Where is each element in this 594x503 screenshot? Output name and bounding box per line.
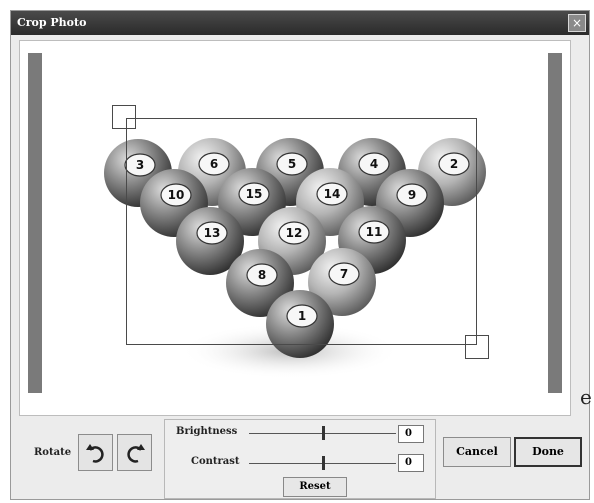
brightness-value[interactable]: 0 — [398, 425, 424, 443]
rotate-label: Rotate — [34, 447, 72, 458]
done-button[interactable]: Done — [514, 437, 582, 467]
dialog-title: Crop Photo — [17, 16, 87, 29]
contrast-value[interactable]: 0 — [398, 454, 424, 472]
close-button[interactable]: × — [568, 14, 586, 32]
brightness-label: Brightness — [176, 426, 238, 437]
brightness-slider-thumb[interactable] — [321, 426, 325, 440]
reset-button[interactable]: Reset — [283, 477, 347, 497]
cancel-button[interactable]: Cancel — [443, 437, 511, 467]
rotate-cw-button[interactable] — [117, 434, 152, 471]
rotate-ccw-button[interactable] — [78, 434, 113, 471]
crop-handle-top-left[interactable] — [112, 105, 136, 129]
adjustments-panel: Brightness 0 Contrast 0 Reset — [164, 419, 436, 499]
crop-rectangle[interactable] — [126, 118, 477, 345]
brightness-slider[interactable] — [249, 426, 396, 440]
stray-text: e — [580, 385, 592, 409]
crop-handle-bottom-right[interactable] — [465, 335, 489, 359]
title-bar: Crop Photo × — [11, 11, 589, 35]
contrast-slider[interactable] — [249, 456, 396, 470]
close-icon: × — [571, 16, 583, 30]
contrast-label: Contrast — [191, 456, 240, 467]
contrast-slider-thumb[interactable] — [321, 456, 325, 470]
rotate-cw-icon — [127, 444, 145, 463]
rotate-ccw-icon — [86, 444, 104, 463]
